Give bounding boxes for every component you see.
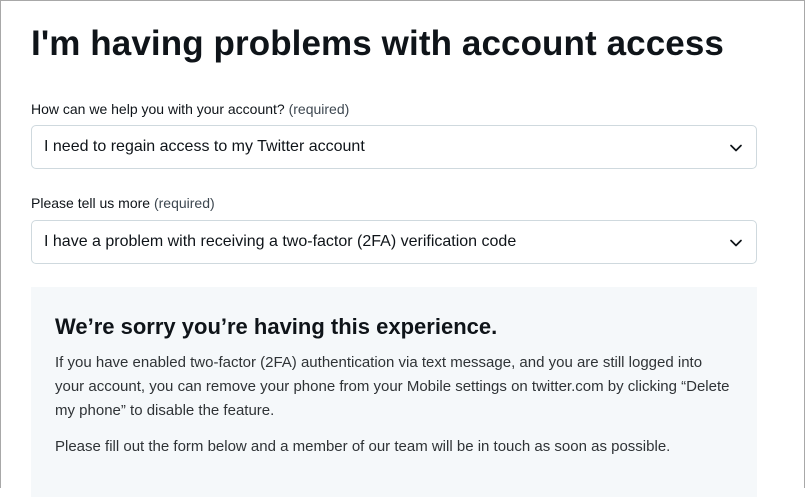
tell-more-label: Please tell us more (required) [31,194,757,212]
info-paragraph-form: Please fill out the form below and a mem… [55,438,671,455]
info-paragraph-2fa: If you have enabled two-factor (2FA) aut… [55,354,730,419]
account-help-select[interactable]: I need to regain access to my Twitter ac… [31,125,757,169]
page-title: I'm having problems with account access [31,24,724,63]
tell-more-label-text: Please tell us more [31,195,151,211]
account-help-label: How can we help you with your account? (… [31,100,757,118]
account-help-label-text: How can we help you with your account? [31,101,285,117]
account-help-select-value: I need to regain access to my Twitter ac… [44,138,365,155]
chevron-down-icon [730,144,742,152]
chevron-down-icon [730,239,742,247]
required-marker: (required) [288,101,350,117]
info-panel: We’re sorry you’re having this experienc… [31,287,757,497]
tell-more-select[interactable]: I have a problem with receiving a two-fa… [31,220,757,264]
info-title: We’re sorry you’re having this experienc… [55,314,498,339]
help-form: I'm having problems with account access … [31,22,757,497]
tell-more-select-value: I have a problem with receiving a two-fa… [44,233,517,250]
required-marker: (required) [153,195,215,211]
